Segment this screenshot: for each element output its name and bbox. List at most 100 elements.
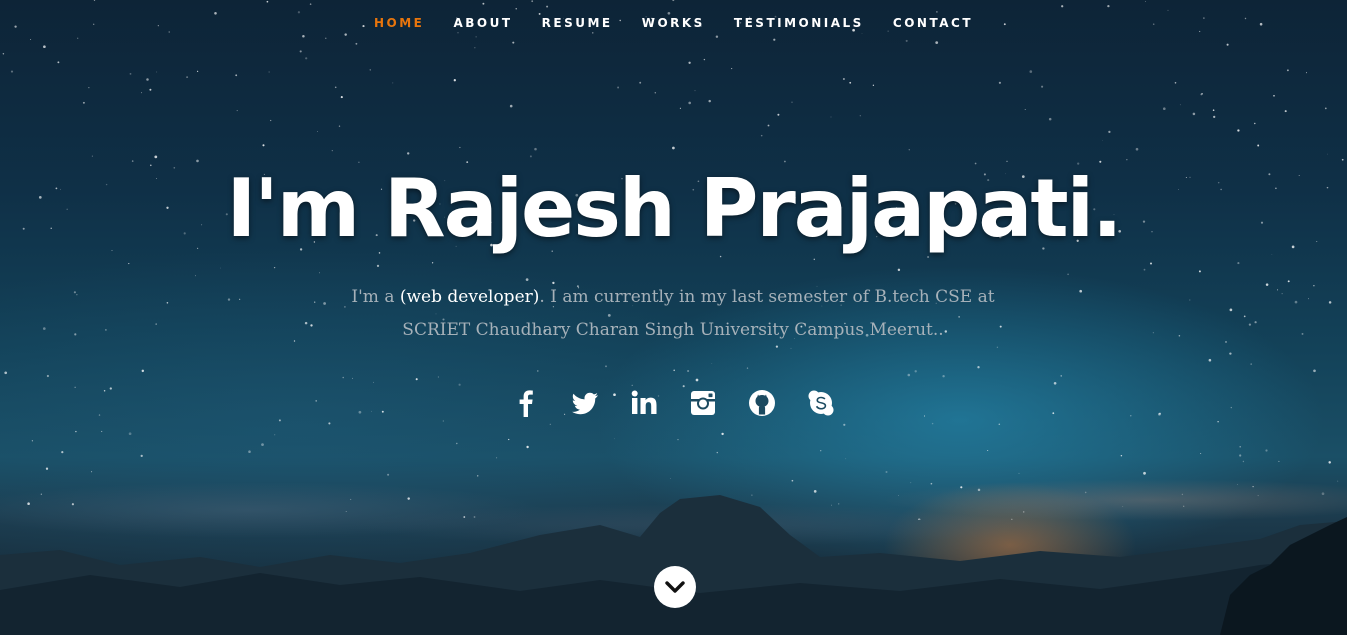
star [74, 333, 77, 336]
facebook-link[interactable] [510, 388, 542, 420]
star [1060, 375, 1062, 377]
star [325, 37, 327, 39]
star [849, 81, 852, 84]
star [340, 96, 343, 99]
hero-intro: I'm a (web developer). I am currently in… [323, 281, 1023, 347]
star [73, 291, 76, 294]
nav-resume[interactable]: RESUME [542, 16, 613, 30]
nav-works[interactable]: WORKS [642, 16, 705, 30]
scroll-down-button[interactable] [654, 566, 696, 608]
star [1301, 332, 1304, 335]
nav-about[interactable]: ABOUT [453, 16, 512, 30]
star [694, 90, 696, 92]
star [673, 369, 675, 372]
star [299, 50, 302, 53]
star [1286, 69, 1289, 72]
star [4, 371, 8, 375]
nav-contact[interactable]: CONTACT [893, 16, 973, 30]
star [1250, 363, 1252, 365]
star [453, 79, 456, 82]
star [872, 84, 875, 86]
star [77, 37, 79, 39]
star [458, 383, 461, 386]
star [592, 32, 594, 34]
star [91, 155, 93, 157]
star [154, 155, 158, 159]
star [1061, 5, 1064, 8]
star [1200, 93, 1203, 96]
star [617, 86, 620, 89]
star [344, 33, 347, 36]
star [942, 375, 945, 378]
star [1254, 122, 1256, 125]
twitter-icon [571, 392, 598, 415]
star [767, 124, 770, 127]
star [931, 422, 934, 425]
star [537, 370, 539, 372]
star [1306, 72, 1307, 74]
star [1149, 262, 1153, 265]
star [1135, 147, 1139, 151]
star [998, 81, 1001, 84]
github-link[interactable] [746, 388, 778, 420]
star [437, 376, 439, 378]
linkedin-link[interactable] [628, 388, 660, 420]
star [355, 42, 358, 45]
star [1237, 129, 1240, 132]
star [1254, 321, 1257, 324]
star [1192, 112, 1196, 116]
star [546, 5, 549, 8]
star [1284, 110, 1287, 113]
star [373, 381, 374, 383]
star [1257, 144, 1260, 147]
social-links [0, 388, 1347, 420]
star [76, 294, 78, 296]
star [715, 35, 719, 38]
star [392, 82, 394, 84]
star [1162, 107, 1166, 111]
star [129, 72, 132, 75]
star [1229, 352, 1232, 355]
star [194, 275, 196, 277]
star [442, 420, 444, 422]
star [474, 47, 476, 49]
star [703, 58, 706, 61]
intro-role: (web developer) [399, 287, 540, 307]
main-navigation: HOME ABOUT RESUME WORKS TESTIMONIALS CON… [0, 12, 1347, 31]
star [861, 33, 863, 34]
star [907, 373, 911, 377]
star [1201, 92, 1203, 95]
star [319, 272, 320, 274]
star [2, 53, 5, 55]
star [1152, 332, 1154, 334]
star [331, 150, 333, 152]
instagram-link[interactable] [687, 388, 719, 420]
star [196, 70, 199, 73]
star [1126, 159, 1128, 161]
nav-home[interactable]: HOME [374, 16, 424, 30]
star [842, 77, 845, 81]
star [631, 384, 633, 387]
star [777, 113, 780, 116]
skype-link[interactable] [805, 388, 837, 420]
star [305, 57, 308, 60]
star [1237, 262, 1240, 265]
star [82, 101, 85, 104]
star [475, 36, 477, 38]
linkedin-icon [631, 390, 657, 414]
star [1198, 270, 1201, 273]
star [605, 365, 607, 368]
twitter-link[interactable] [569, 388, 601, 420]
star [314, 301, 316, 303]
star [1328, 301, 1332, 304]
star [1248, 323, 1252, 326]
star [688, 101, 691, 105]
nav-testimonials[interactable]: TESTIMONIALS [734, 16, 864, 30]
intro-prefix: I'm a [351, 287, 400, 307]
star [512, 41, 515, 44]
star [1273, 94, 1275, 97]
star [1174, 81, 1177, 84]
star [146, 78, 149, 81]
star [760, 134, 763, 137]
star [708, 99, 711, 103]
